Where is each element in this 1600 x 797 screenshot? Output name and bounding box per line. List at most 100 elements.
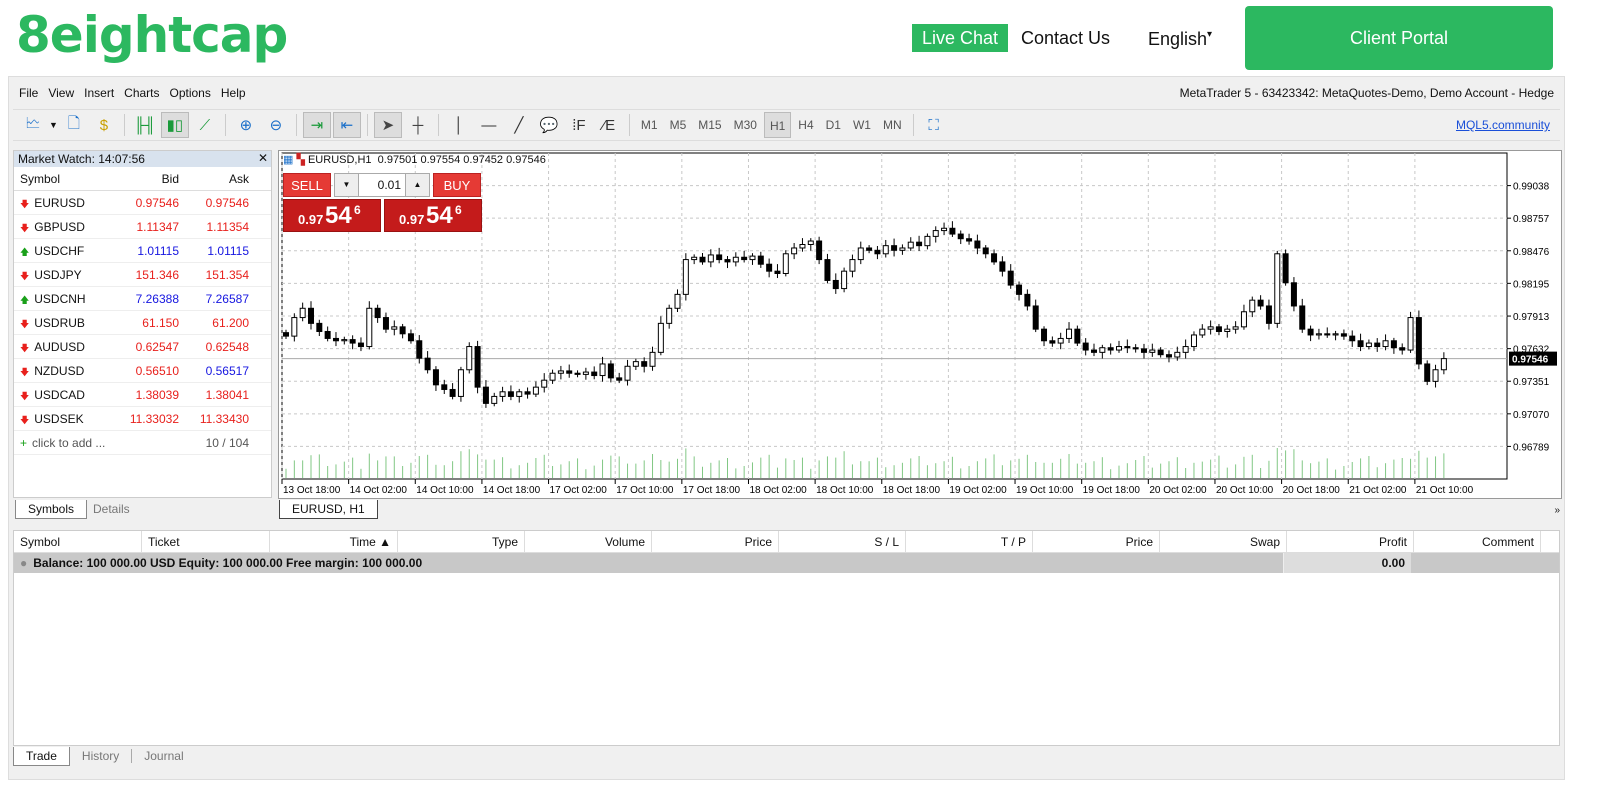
col-bid[interactable]: Bid [112, 167, 185, 190]
market-watch-row[interactable]: 🡇 USDCAD 1.38039 1.38041 [14, 383, 271, 407]
new-chart-icon[interactable]: 🗠 [19, 112, 47, 138]
candle-bull [1440, 358, 1447, 371]
menu-file[interactable]: File [19, 86, 38, 100]
col-comment[interactable]: Comment [1414, 531, 1541, 552]
buy-button[interactable]: BUY [433, 173, 481, 197]
menu-options[interactable]: Options [170, 86, 211, 100]
market-watch-row[interactable]: 🡇 GBPUSD 1.11347 1.11354 [14, 215, 271, 239]
candle-bear [982, 247, 989, 255]
live-chat-button[interactable]: Live Chat [912, 24, 1009, 52]
candle-bull [1232, 326, 1239, 330]
bid-cell: 1.38039 [135, 388, 179, 402]
col-volume[interactable]: Volume [525, 531, 652, 552]
market-watch-row[interactable]: 🡅 USDCHF 1.01115 1.01115 [14, 239, 271, 263]
col-t-p[interactable]: T / P [906, 531, 1033, 552]
ask-cell: 11.33430 [199, 412, 249, 426]
col-symbol[interactable]: Symbol [14, 167, 112, 190]
col-ticket[interactable]: Ticket [142, 531, 270, 552]
col-profit[interactable]: Profit [1287, 531, 1414, 552]
timeframe-d1[interactable]: D1 [821, 112, 846, 138]
zoom-out-icon[interactable]: ⊖ [262, 112, 290, 138]
candlestick-chart-icon[interactable]: ▮▯ [160, 112, 189, 138]
auto-scroll-icon[interactable]: ⇥ [302, 112, 331, 138]
col-type[interactable]: Type [398, 531, 525, 552]
elliott-wave-icon[interactable]: ⁄E [595, 112, 623, 138]
balance-summary: Balance: 100 000.00 USD Equity: 100 000.… [33, 556, 423, 570]
timeframe-h4[interactable]: H4 [793, 112, 818, 138]
market-watch-row[interactable]: 🡇 EURUSD 0.97546 0.97546 [14, 191, 271, 215]
buy-price[interactable]: 0.97 54 6 [384, 199, 482, 232]
tab-journal[interactable]: Journal [132, 747, 195, 766]
market-watch-row[interactable]: 🡅 USDCNH 7.26388 7.26587 [14, 287, 271, 311]
crosshair-icon[interactable]: ┼ [404, 112, 432, 138]
tab-details[interactable]: Details [81, 500, 142, 519]
fullscreen-icon[interactable]: ⛶ [920, 112, 948, 138]
decrease-lot-button[interactable]: ▼ [335, 174, 359, 196]
bar-chart-icon[interactable]: ╟╢ [131, 112, 159, 138]
col-ask[interactable]: Ask [185, 167, 255, 190]
candle-bear [774, 270, 781, 274]
x-tick-label: 17 Oct 18:00 [683, 485, 741, 496]
lot-size-input[interactable]: 0.01 [359, 174, 405, 196]
vertical-line-icon[interactable]: │ [445, 112, 473, 138]
y-tick-label: 0.99038 [1513, 182, 1550, 193]
col-time[interactable]: Time ▲ [270, 531, 398, 552]
add-symbol-row[interactable]: + click to add ... 10 / 104 [14, 431, 271, 455]
chart-shift-icon[interactable]: ⇤ [332, 112, 361, 138]
timeframe-m30[interactable]: M30 [729, 112, 762, 138]
tab-chart-eurusd-h1[interactable]: EURUSD, H1 [279, 500, 378, 519]
horizontal-line-icon[interactable]: — [475, 112, 503, 138]
market-watch-row[interactable]: 🡇 USDJPY 151.346 151.354 [14, 263, 271, 287]
client-portal-button[interactable]: Client Portal [1245, 6, 1553, 70]
candle-bear [1091, 349, 1098, 353]
close-icon[interactable]: ✕ [258, 151, 268, 165]
tab-symbols[interactable]: Symbols [15, 500, 88, 519]
col-swap[interactable]: Swap [1160, 531, 1287, 552]
tab-trade[interactable]: Trade [13, 747, 70, 766]
col-symbol[interactable]: Symbol [14, 531, 142, 552]
language-selector[interactable]: English▾ [1148, 29, 1212, 50]
menu-insert[interactable]: Insert [84, 86, 114, 100]
sell-price[interactable]: 0.97 54 6 [283, 199, 381, 232]
candle-bear [741, 256, 748, 261]
contact-us-link[interactable]: Contact Us [1021, 28, 1110, 49]
zoom-in-icon[interactable]: ⊕ [232, 112, 260, 138]
dropdown-caret-icon[interactable]: ▼ [49, 120, 58, 130]
candle-bear [332, 337, 339, 342]
timeframe-m5[interactable]: M5 [665, 112, 692, 138]
menu-view[interactable]: View [48, 86, 74, 100]
tab-history[interactable]: History [70, 749, 133, 763]
col-price[interactable]: Price [1033, 531, 1160, 552]
mql5-community-link[interactable]: MQL5.community [1456, 118, 1550, 132]
col-s-l[interactable]: S / L [779, 531, 906, 552]
text-label-icon[interactable]: 💬 [535, 112, 563, 138]
expand-icon[interactable]: » [1554, 505, 1560, 516]
market-watch-row[interactable]: 🡇 AUDUSD 0.62547 0.62548 [14, 335, 271, 359]
fibonacci-icon[interactable]: ⁞F [565, 112, 593, 138]
timeframe-m15[interactable]: M15 [693, 112, 726, 138]
sell-button[interactable]: SELL [283, 173, 331, 197]
menu-charts[interactable]: Charts [124, 86, 159, 100]
depth-of-market-icon[interactable]: $ [90, 112, 118, 138]
arrow-up-icon: 🡅 [20, 295, 30, 305]
x-tick-label: 18 Oct 18:00 [883, 485, 941, 496]
increase-lot-button[interactable]: ▲ [405, 174, 429, 196]
eightcap-logo[interactable]: 8eightcap [16, 6, 288, 64]
new-order-icon[interactable]: 🗋 [60, 112, 88, 138]
candle-bear [1124, 346, 1131, 349]
market-watch-row[interactable]: 🡇 USDSEK 11.33032 11.33430 [14, 407, 271, 431]
col-price[interactable]: Price [652, 531, 779, 552]
trend-line-icon[interactable]: ╱ [505, 112, 533, 138]
timeframe-mn[interactable]: MN [878, 112, 907, 138]
chart-window[interactable]: 0.99038 0.98757 0.98476 0.98195 0.97913 0.97 6… [278, 150, 1562, 499]
y-tick-label: 0.97913 [1513, 312, 1550, 323]
timeframe-w1[interactable]: W1 [848, 112, 876, 138]
timeframe-h1[interactable]: H1 [763, 112, 792, 138]
menu-help[interactable]: Help [221, 86, 246, 100]
cursor-icon[interactable]: ➤ [373, 112, 402, 138]
market-watch-row[interactable]: 🡇 NZDUSD 0.56510 0.56517 [14, 359, 271, 383]
candle-bull [841, 270, 848, 290]
line-chart-icon[interactable]: ⟋ [191, 112, 219, 138]
timeframe-m1[interactable]: M1 [636, 112, 663, 138]
market-watch-row[interactable]: 🡇 USDRUB 61.150 61.200 [14, 311, 271, 335]
